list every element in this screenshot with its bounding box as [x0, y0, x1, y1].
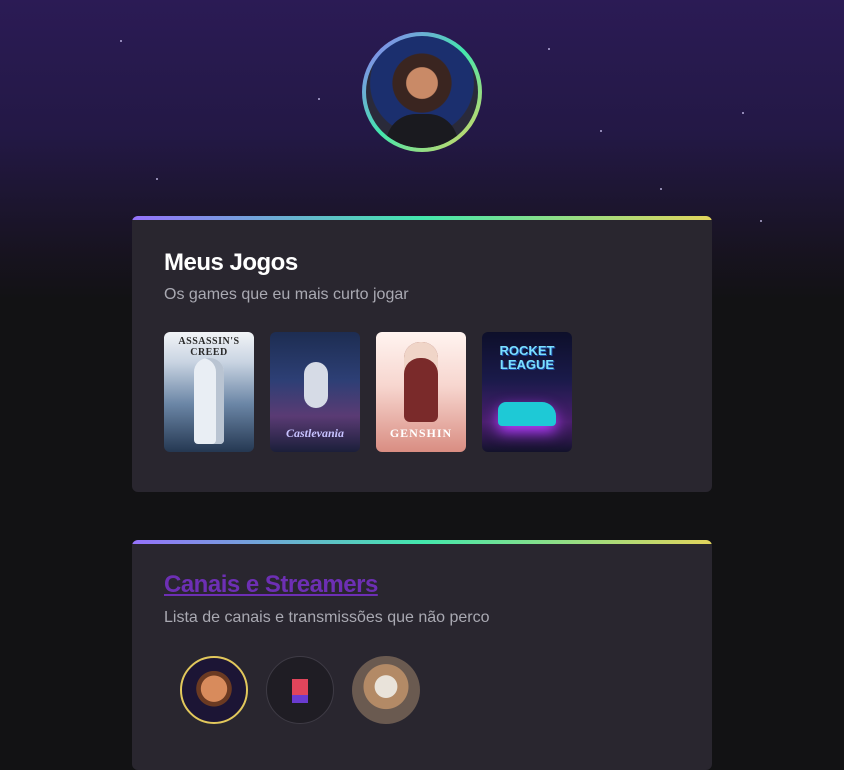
game-thumbnail-genshin-impact[interactable]: GENSHIN	[376, 332, 466, 452]
game-logo-text: ASSASSIN'S CREED	[178, 336, 240, 358]
game-thumbnail-rocket-league[interactable]: ROCKET LEAGUE	[482, 332, 572, 452]
channels-card: Canais e Streamers Lista de canais e tra…	[132, 540, 712, 770]
game-logo-text: GENSHIN	[389, 426, 453, 440]
profile-avatar	[366, 36, 478, 148]
game-thumbnail-castlevania[interactable]: Castlevania	[270, 332, 360, 452]
game-logo-text: ROCKET LEAGUE	[499, 343, 555, 372]
game-thumbnail-assassins-creed[interactable]: ASSASSIN'S CREED	[164, 332, 254, 452]
games-card: Meus Jogos Os games que eu mais curto jo…	[132, 216, 712, 492]
channel-avatar[interactable]	[352, 656, 420, 724]
profile-avatar-ring	[362, 32, 482, 152]
channel-avatar[interactable]	[266, 656, 334, 724]
games-title: Meus Jogos	[164, 249, 298, 276]
channel-avatar[interactable]	[180, 656, 248, 724]
channels-subtitle: Lista de canais e transmissões que não p…	[164, 609, 490, 626]
game-logo-text: Castlevania	[285, 426, 344, 440]
games-subtitle: Os games que eu mais curto jogar	[164, 286, 409, 303]
channels-title-link[interactable]: Canais e Streamers	[164, 571, 378, 599]
